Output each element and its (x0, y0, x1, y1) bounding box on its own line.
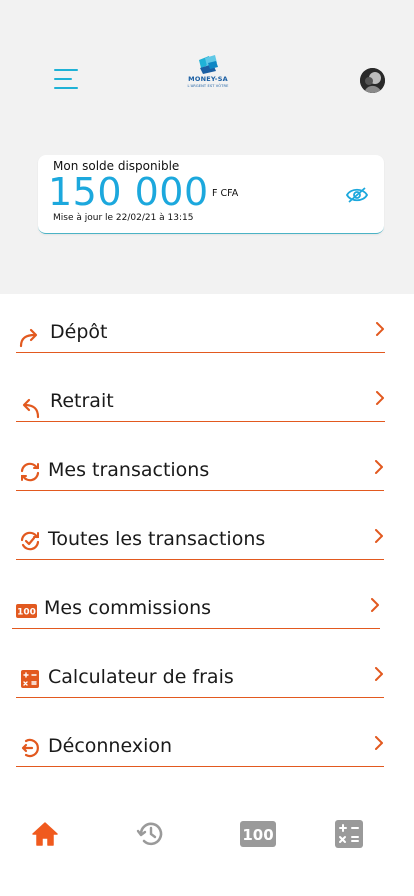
logo-brand: MONEY-SA (188, 75, 228, 83)
menu-item-calculateur-frais[interactable]: Calculateur de frais (16, 658, 384, 698)
chevron-right-icon (373, 528, 385, 543)
chevron-right-icon (369, 597, 381, 612)
redo-arrow-icon (18, 326, 42, 350)
balance-updated: Mise à jour le 22/02/21 à 13:15 (53, 213, 194, 223)
tab-calculator[interactable] (333, 818, 365, 850)
refresh-icon (18, 460, 42, 484)
menu-item-label: Toutes les transactions (48, 528, 266, 550)
menu-item-label: Déconnexion (48, 735, 173, 757)
hamburger-menu-icon[interactable] (54, 69, 78, 89)
history-icon (136, 822, 163, 846)
profile-avatar[interactable] (360, 68, 385, 93)
logout-icon (18, 736, 42, 760)
svg-text:100: 100 (242, 826, 273, 844)
menu-item-label: Calculateur de frais (48, 666, 234, 688)
menu-item-label: Dépôt (50, 321, 108, 343)
chevron-right-icon (374, 321, 386, 336)
menu-item-label: Mes commissions (44, 597, 212, 619)
eye-off-icon[interactable] (345, 186, 369, 204)
tab-history[interactable] (135, 818, 167, 850)
100-badge-icon: 100 (15, 599, 39, 623)
calculator-icon (18, 667, 42, 691)
refresh-check-icon (18, 529, 42, 553)
tab-commissions[interactable]: 100 (240, 818, 276, 850)
menu-item-mes-transactions[interactable]: Mes transactions (16, 451, 384, 491)
menu-item-mes-commissions[interactable]: 100 Mes commissions (12, 589, 380, 629)
undo-arrow-icon (18, 395, 42, 419)
chevron-right-icon (373, 735, 385, 750)
menu-item-toutes-transactions[interactable]: Toutes les transactions (16, 520, 384, 560)
menu-item-label: Mes transactions (48, 459, 210, 481)
menu-item-depot[interactable]: Dépôt (16, 313, 385, 353)
logo-slogan: L'ARGENT EST VÔTRE (187, 84, 229, 88)
chevron-right-icon (374, 390, 386, 405)
header-area: MONEY-SA L'ARGENT EST VÔTRE Mon solde di… (0, 0, 414, 294)
svg-text:100: 100 (17, 608, 36, 618)
tab-home[interactable] (29, 818, 61, 850)
balance-amount: 150 000 (48, 170, 209, 214)
calculator-icon (335, 820, 363, 848)
chevron-right-icon (373, 459, 385, 474)
money-sa-logo: MONEY-SA L'ARGENT EST VÔTRE (180, 54, 236, 94)
balance-card: Mon solde disponible 150 000 F CFA Mise … (38, 155, 384, 234)
chevron-right-icon (373, 666, 385, 681)
balance-currency: F CFA (212, 188, 239, 199)
menu-item-retrait[interactable]: Retrait (16, 382, 385, 422)
menu-item-label: Retrait (50, 390, 114, 412)
home-icon (32, 822, 58, 846)
menu-item-deconnexion[interactable]: Déconnexion (16, 727, 384, 767)
100-badge-icon: 100 (240, 821, 276, 847)
